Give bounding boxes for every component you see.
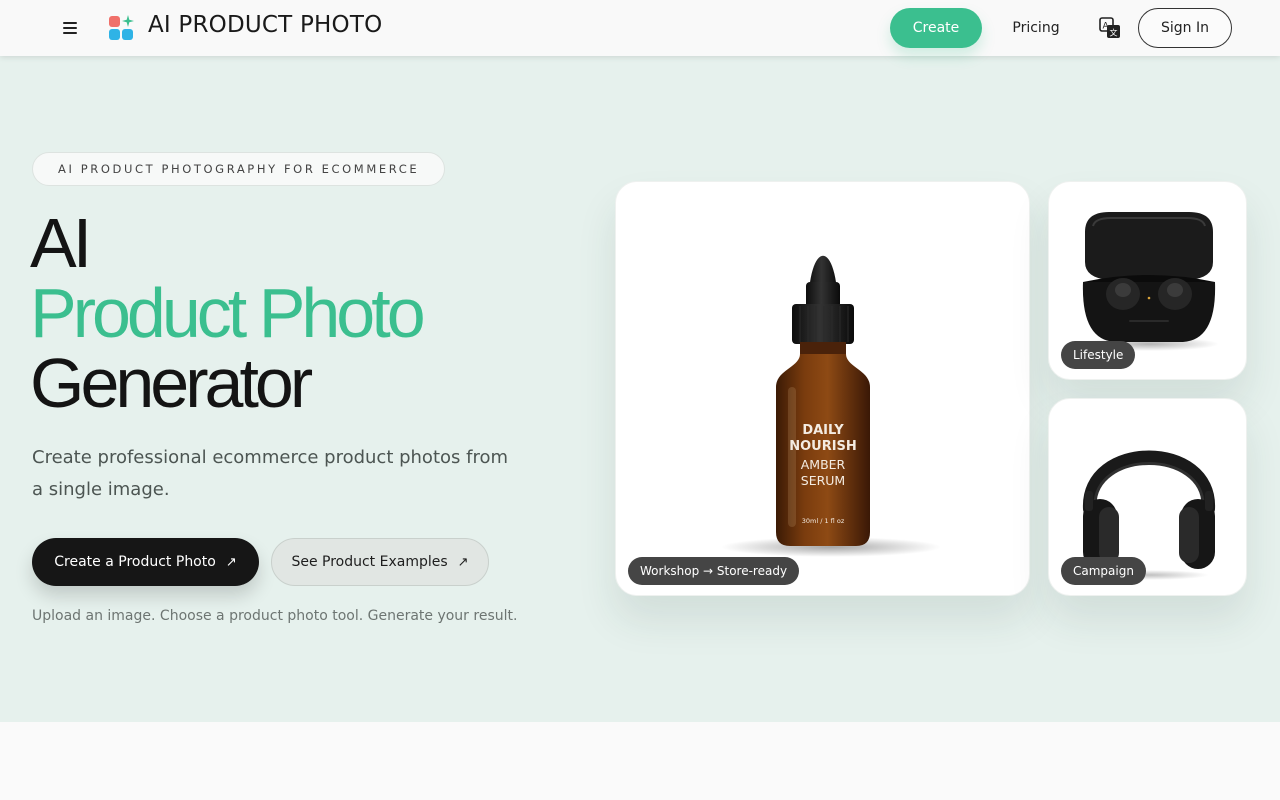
see-product-examples-button[interactable]: See Product Examples ↗ <box>271 538 489 586</box>
top-navigation-bar: AI PRODUCT PHOTO Create Pricing A 文 Sign… <box>0 0 1280 56</box>
bottle-text-3: AMBER <box>801 457 846 472</box>
brand-name[interactable]: AI PRODUCT PHOTO <box>148 12 382 38</box>
bottle-text-2: NOURISH <box>789 439 857 454</box>
hero-title-line-2: Product Photo <box>30 274 426 352</box>
card-label-campaign: Campaign <box>1061 557 1146 585</box>
cta-primary-label: Create a Product Photo <box>54 554 216 570</box>
sign-in-button[interactable]: Sign In <box>1138 8 1232 48</box>
hero-helper-text: Upload an image. Choose a product photo … <box>32 608 518 624</box>
card-label-workshop: Workshop → Store-ready <box>628 557 800 585</box>
hero-subtitle: Create professional ecommerce product ph… <box>32 447 508 500</box>
gallery-card-earbuds[interactable]: Lifestyle <box>1048 181 1247 380</box>
gallery-card-headphones[interactable]: Campaign <box>1048 398 1247 596</box>
svg-text:文: 文 <box>1110 28 1118 38</box>
nav-create-button[interactable]: Create <box>890 8 982 48</box>
arrow-up-right-icon: ↗ <box>457 554 469 570</box>
hero-title-line-3: Generator <box>30 344 313 422</box>
cta-secondary-label: See Product Examples <box>291 554 448 570</box>
brand-logo-icon[interactable] <box>108 15 134 41</box>
card-label-lifestyle: Lifestyle <box>1061 341 1136 369</box>
gallery-card-serum[interactable]: DAILY NOURISH AMBER SERUM 30ml / 1 fl oz… <box>615 181 1030 596</box>
nav-pricing-link[interactable]: Pricing <box>1008 8 1064 48</box>
translate-icon[interactable]: A 文 <box>1098 16 1122 40</box>
bottle-text-4: SERUM <box>801 473 845 488</box>
create-product-photo-button[interactable]: Create a Product Photo ↗ <box>32 538 259 586</box>
arrow-up-right-icon: ↗ <box>225 554 237 570</box>
bottle-text-5: 30ml / 1 fl oz <box>802 517 845 525</box>
hamburger-menu-icon[interactable] <box>58 16 82 40</box>
hero-eyebrow-badge: AI PRODUCT PHOTOGRAPHY FOR ECOMMERCE <box>32 152 446 186</box>
hero-title-line-1: AI <box>30 204 92 282</box>
serum-bottle-image: DAILY NOURISH AMBER SERUM 30ml / 1 fl oz <box>721 255 941 557</box>
bottle-text-1: DAILY <box>802 423 844 438</box>
next-section-start <box>0 722 1280 800</box>
hero-section: AI PRODUCT PHOTOGRAPHY FOR ECOMMERCE AI … <box>0 56 1280 722</box>
